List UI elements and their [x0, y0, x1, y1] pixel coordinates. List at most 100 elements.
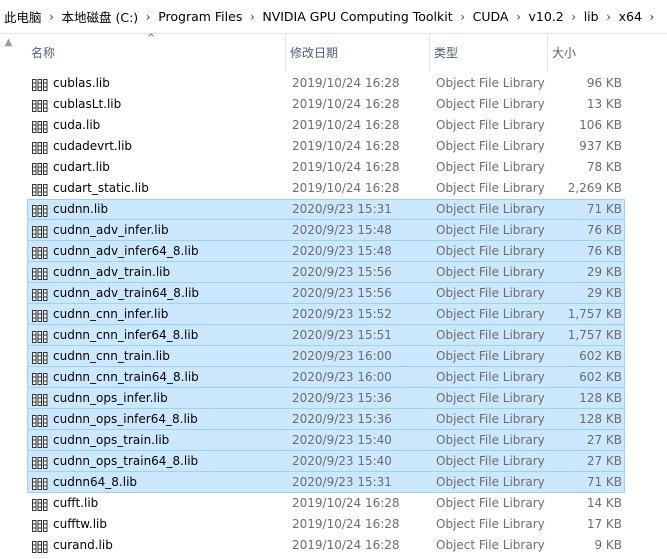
file-type: Object File Library — [436, 538, 545, 552]
vertical-scrollbar[interactable] — [0, 50, 17, 545]
file-name-cell: cudnn_cnn_train.lib — [32, 347, 282, 366]
breadcrumb-item[interactable]: 本地磁盘 (C:) — [58, 7, 143, 26]
file-type: Object File Library — [436, 412, 545, 426]
library-file-icon — [32, 540, 48, 553]
breadcrumb-separator-icon[interactable]: › — [46, 10, 58, 24]
file-date: 2020/9/23 15:40 — [292, 433, 392, 447]
breadcrumb-separator-icon[interactable]: › — [142, 10, 154, 24]
file-name-cell: cudnn_cnn_train64_8.lib — [32, 368, 282, 387]
file-type: Object File Library — [436, 286, 545, 300]
file-type: Object File Library — [436, 307, 545, 321]
breadcrumb-item[interactable]: CUDA — [469, 9, 513, 24]
file-type: Object File Library — [436, 139, 545, 153]
file-date: 2020/9/23 15:52 — [292, 307, 392, 321]
file-name: cublas.lib — [53, 76, 110, 90]
file-name-cell: cudnn_ops_infer.lib — [32, 389, 282, 408]
file-row[interactable]: cuda.lib 2019/10/24 16:28 Object File Libr… — [27, 115, 625, 136]
library-file-icon — [32, 120, 48, 133]
file-row[interactable]: cudnn_cnn_infer64_8.lib 2020/9/23 15:51 Ob… — [27, 325, 625, 346]
file-name: cudnn_cnn_infer.lib — [53, 307, 169, 321]
file-name: cudnn.lib — [53, 202, 109, 216]
file-size: 17 KB — [586, 517, 622, 531]
library-file-icon — [32, 78, 48, 91]
file-name-cell: cudnn64_8.lib — [32, 473, 282, 492]
file-type: Object File Library — [436, 223, 545, 237]
breadcrumb-item[interactable]: x64 — [615, 9, 646, 24]
file-row[interactable]: cudart.lib 2019/10/24 16:28 Object File Li… — [27, 157, 625, 178]
file-row[interactable]: cudnn_ops_infer.lib 2020/9/23 15:36 Object… — [27, 388, 625, 409]
file-row[interactable]: cublas.lib 2019/10/24 16:28 Object File Li… — [27, 73, 625, 94]
file-date: 2020/9/23 15:40 — [292, 454, 392, 468]
file-row[interactable]: cudart_static.lib 2019/10/24 16:28 Object … — [27, 178, 625, 199]
file-row[interactable]: cudnn_ops_infer64_8.lib 2020/9/23 15:36 Ob… — [27, 409, 625, 430]
file-list: cublas.lib 2019/10/24 16:28 Object File Li… — [27, 73, 627, 556]
file-name-cell: cudnn_ops_train.lib — [32, 431, 282, 450]
file-date: 2020/9/23 15:31 — [292, 475, 392, 489]
scroll-up-arrow-icon[interactable]: ▲ — [0, 34, 17, 50]
file-row[interactable]: cufftw.lib 2019/10/24 16:28 Object File Li… — [27, 514, 625, 535]
library-file-icon — [32, 393, 48, 406]
file-name-cell: cudnn_ops_infer64_8.lib — [32, 410, 282, 429]
library-file-icon — [32, 372, 48, 385]
library-file-icon — [32, 435, 48, 448]
library-file-icon — [32, 498, 48, 511]
column-header-name[interactable]: 名称 — [27, 34, 286, 72]
file-type: Object File Library — [436, 118, 545, 132]
file-name: cudnn64_8.lib — [53, 475, 138, 489]
file-row[interactable]: cudadevrt.lib 2019/10/24 16:28 Object File… — [27, 136, 625, 157]
file-row[interactable]: cublasLt.lib 2019/10/24 16:28 Object File … — [27, 94, 625, 115]
file-name: cudnn_cnn_infer64_8.lib — [53, 328, 199, 342]
file-date: 2019/10/24 16:28 — [292, 139, 400, 153]
breadcrumb-item[interactable]: v10.2 — [524, 9, 567, 24]
file-name-cell: cudnn_adv_infer.lib — [32, 221, 282, 240]
file-size: 128 KB — [579, 412, 622, 426]
library-file-icon — [32, 225, 48, 238]
breadcrumb-item[interactable]: lib — [580, 9, 603, 24]
file-size: 1,757 KB — [567, 328, 622, 342]
file-date: 2020/9/23 16:00 — [292, 370, 392, 384]
file-name: cudart_static.lib — [53, 181, 149, 195]
breadcrumb-separator-icon[interactable]: › — [568, 10, 580, 24]
file-row[interactable]: cudnn64_8.lib 2020/9/23 15:31 Object File … — [27, 472, 625, 493]
breadcrumb-separator-icon[interactable]: › — [457, 10, 469, 24]
file-row[interactable]: cudnn_ops_train.lib 2020/9/23 15:40 Object… — [27, 430, 625, 451]
file-row[interactable]: cudnn.lib 2020/9/23 15:31 Object File Libr… — [27, 199, 625, 220]
breadcrumb-item[interactable]: 此电脑 — [0, 7, 46, 26]
file-type: Object File Library — [436, 475, 545, 489]
library-file-icon — [32, 456, 48, 469]
file-row[interactable]: cudnn_adv_train64_8.lib 2020/9/23 15:56 Ob… — [27, 283, 625, 304]
file-type: Object File Library — [436, 328, 545, 342]
breadcrumb-separator-icon[interactable]: › — [646, 10, 658, 24]
file-type: Object File Library — [436, 496, 545, 510]
breadcrumb-item[interactable]: NVIDIA GPU Computing Toolkit — [258, 9, 456, 24]
file-date: 2019/10/24 16:28 — [292, 97, 400, 111]
file-name-cell: cublasLt.lib — [32, 95, 282, 114]
column-header-type[interactable]: 类型 — [430, 34, 548, 72]
column-header-date[interactable]: 修改日期 — [286, 34, 430, 72]
file-name: cudnn_adv_infer.lib — [53, 223, 169, 237]
file-row[interactable]: cudnn_ops_train64_8.lib 2020/9/23 15:40 Ob… — [27, 451, 625, 472]
file-size: 128 KB — [579, 391, 622, 405]
file-row[interactable]: cudnn_cnn_train.lib 2020/9/23 16:00 Object… — [27, 346, 625, 367]
file-row[interactable]: cudnn_adv_infer64_8.lib 2020/9/23 15:48 Ob… — [27, 241, 625, 262]
file-name: cudadevrt.lib — [53, 139, 133, 153]
breadcrumb-item[interactable]: Program Files — [154, 9, 246, 24]
file-row[interactable]: cudnn_cnn_infer.lib 2020/9/23 15:52 Object… — [27, 304, 625, 325]
file-row[interactable]: cufft.lib 2019/10/24 16:28 Object File Lib… — [27, 493, 625, 514]
file-size: 76 KB — [586, 244, 622, 258]
file-name-cell: cufft.lib — [32, 494, 282, 513]
file-name: cudnn_adv_train64_8.lib — [53, 286, 200, 300]
file-row[interactable]: cudnn_adv_train.lib 2020/9/23 15:56 Object… — [27, 262, 625, 283]
file-row[interactable]: cudnn_adv_infer.lib 2020/9/23 15:48 Object… — [27, 220, 625, 241]
file-row[interactable]: curand.lib 2019/10/24 16:28 Object File Li… — [27, 535, 625, 556]
file-size: 27 KB — [586, 433, 622, 447]
breadcrumb-separator-icon[interactable]: › — [246, 10, 258, 24]
library-file-icon — [32, 204, 48, 217]
column-header-size[interactable]: 大小 — [548, 34, 667, 72]
library-file-icon — [32, 99, 48, 112]
breadcrumb-separator-icon[interactable]: › — [512, 10, 524, 24]
file-row[interactable]: cudnn_cnn_train64_8.lib 2020/9/23 16:00 Ob… — [27, 367, 625, 388]
file-name: cufftw.lib — [53, 517, 107, 531]
breadcrumb-separator-icon[interactable]: › — [603, 10, 615, 24]
file-name-cell: cudadevrt.lib — [32, 137, 282, 156]
